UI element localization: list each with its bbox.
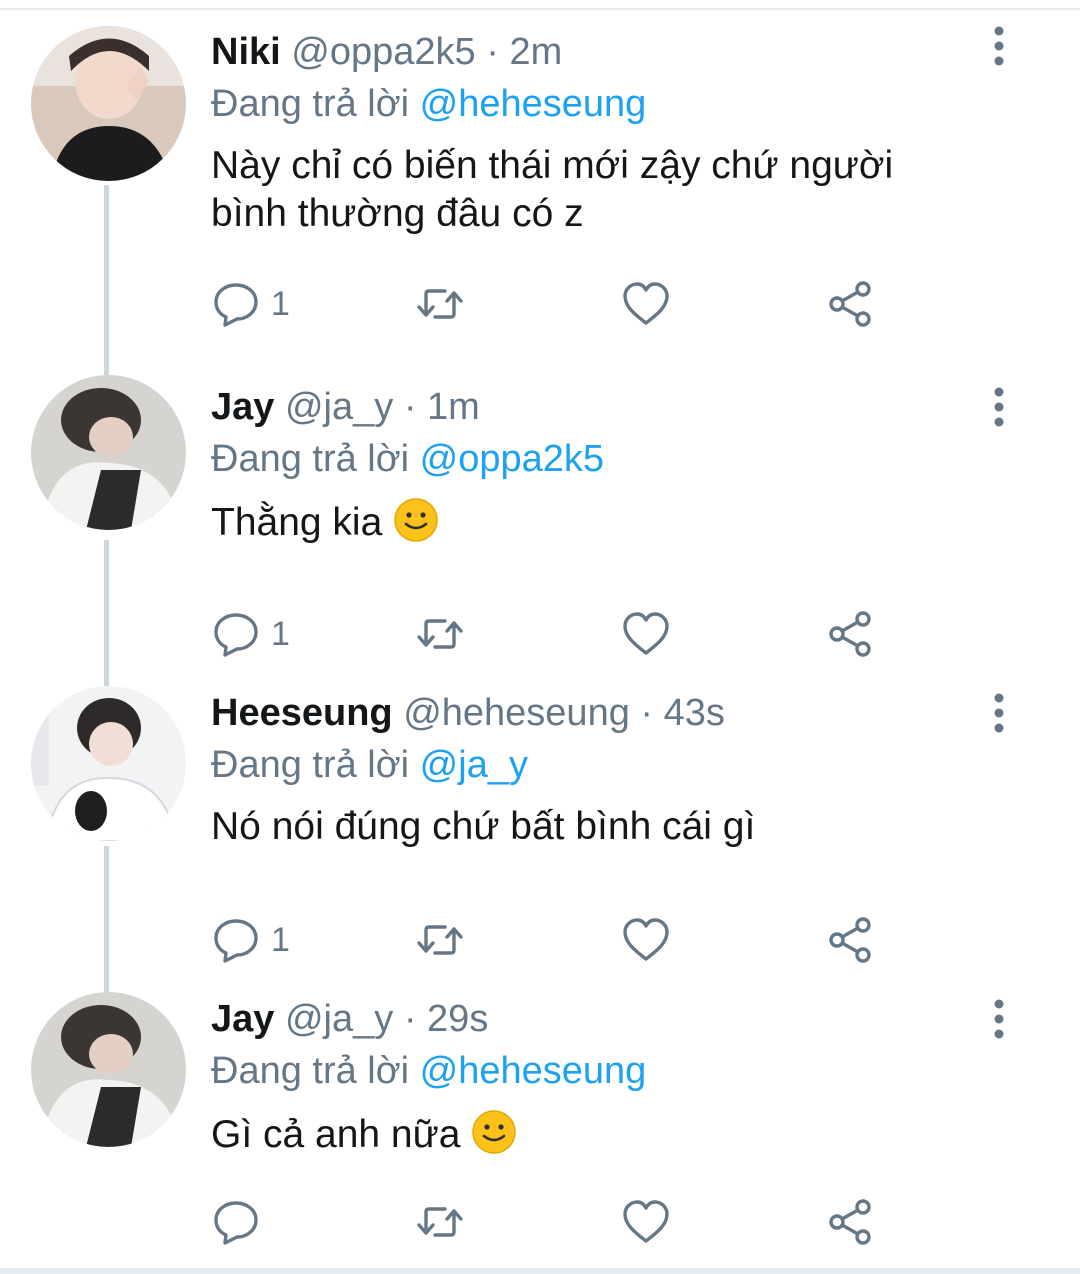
share-icon <box>829 281 871 327</box>
tweet-item[interactable]: Jay @ja_y · 1m Đang trả lời @oppa2k5 Thằ… <box>0 355 1080 661</box>
like-button[interactable] <box>621 609 671 659</box>
user-handle: @ja_y <box>284 386 394 428</box>
retweet-icon <box>417 619 463 649</box>
heart-icon <box>623 282 669 325</box>
user-handle: @ja_y <box>284 998 394 1040</box>
more-vertical-icon[interactable] <box>982 383 1016 431</box>
display-name[interactable]: Jay <box>211 998 274 1040</box>
more-vertical-icon[interactable] <box>982 22 1016 70</box>
mention-link[interactable]: @ja_y <box>420 744 528 786</box>
tweet-item[interactable]: Heeseung @heheseung · 43s Đang trả lời @… <box>0 661 1080 967</box>
slightly-smiling-face-icon <box>394 498 438 542</box>
avatar[interactable] <box>31 375 186 530</box>
replying-prefix: Đang trả lời <box>211 744 410 786</box>
tweet-text: Này chỉ có biến thái mới zậy chứ người b… <box>211 142 971 238</box>
retweet-button[interactable] <box>415 609 465 659</box>
replying-to: Đang trả lời @ja_y <box>211 739 528 791</box>
tweet-actions: 1 <box>211 609 931 659</box>
reply-button[interactable]: 1 <box>211 915 290 965</box>
more-vertical-icon[interactable] <box>982 689 1016 737</box>
reply-count: 1 <box>271 284 290 323</box>
like-button[interactable] <box>621 915 671 965</box>
like-button[interactable] <box>621 1197 671 1247</box>
reply-button[interactable]: 1 <box>211 609 290 659</box>
retweet-icon <box>417 289 463 319</box>
comment-bubble-icon <box>214 919 258 963</box>
mention-link[interactable]: @heheseung <box>420 1050 647 1092</box>
more-vertical-icon[interactable] <box>982 995 1016 1043</box>
display-name[interactable]: Jay <box>211 386 274 428</box>
heart-icon <box>623 918 669 961</box>
replying-prefix: Đang trả lời <box>211 1050 410 1092</box>
retweet-button[interactable] <box>415 915 465 965</box>
timestamp[interactable]: 1m <box>427 386 480 428</box>
tweet-actions: 1 <box>211 279 931 329</box>
comment-bubble-icon <box>214 613 258 657</box>
separator-dot: · <box>403 998 417 1040</box>
timestamp[interactable]: 43s <box>664 692 725 734</box>
tweet-text: Nó nói đúng chứ bất bình cái gì <box>211 803 971 851</box>
tweet-text-content: Này chỉ có biến thái mới zậy chứ người b… <box>211 144 894 235</box>
tweet-header: Jay @ja_y · 1m <box>211 381 480 433</box>
slightly-smiling-face-icon <box>472 1110 517 1154</box>
tweet-actions: 1 <box>211 915 931 965</box>
reply-count: 1 <box>271 614 290 653</box>
tweet-text: Gì cả anh nữa <box>211 1109 971 1159</box>
user-handle: @heheseung <box>403 692 630 734</box>
separator-dot: · <box>486 31 499 73</box>
mention-link[interactable]: @oppa2k5 <box>420 438 604 480</box>
reply-button[interactable]: 1 <box>211 279 290 329</box>
replying-prefix: Đang trả lời <box>211 83 410 125</box>
avatar[interactable] <box>31 26 186 181</box>
share-icon <box>829 611 871 657</box>
tweet-item[interactable]: Jay @ja_y · 29s Đang trả lời @heheseung … <box>0 967 1080 1273</box>
tweet-header: Heeseung @heheseung · 43s <box>211 687 725 739</box>
tweet-text: Thằng kia <box>211 497 971 547</box>
tweet-header: Jay @ja_y · 29s <box>211 993 488 1045</box>
replying-prefix: Đang trả lời <box>211 438 410 480</box>
retweet-button[interactable] <box>415 279 465 329</box>
avatar[interactable] <box>31 686 186 841</box>
separator-dot: · <box>403 386 417 428</box>
tweet-header: Niki @oppa2k5 · 2m <box>211 26 562 78</box>
replying-to: Đang trả lời @heheseung <box>211 78 646 130</box>
share-button[interactable] <box>825 279 875 329</box>
share-button[interactable] <box>825 1197 875 1247</box>
reply-button[interactable] <box>211 1197 271 1247</box>
display-name[interactable]: Heeseung <box>211 692 393 734</box>
retweet-button[interactable] <box>415 1197 465 1247</box>
avatar[interactable] <box>31 992 186 1147</box>
tweet-actions <box>211 1197 931 1247</box>
tweet-item[interactable]: Niki @oppa2k5 · 2m Đang trả lời @heheseu… <box>0 0 1080 327</box>
like-button[interactable] <box>621 279 671 329</box>
tweet-text-content: Thằng kia <box>211 501 394 544</box>
replying-to: Đang trả lời @oppa2k5 <box>211 433 604 485</box>
bottom-divider <box>0 1268 1080 1274</box>
share-icon <box>829 1199 871 1245</box>
comment-bubble-icon <box>214 283 258 327</box>
timestamp[interactable]: 29s <box>427 998 488 1040</box>
replying-to: Đang trả lời @heheseung <box>211 1045 646 1097</box>
retweet-icon <box>417 925 463 955</box>
timestamp[interactable]: 2m <box>509 31 562 73</box>
tweet-text-content: Gì cả anh nữa <box>211 1113 472 1156</box>
user-handle: @oppa2k5 <box>291 31 476 73</box>
retweet-icon <box>417 1207 463 1237</box>
heart-icon <box>623 612 669 655</box>
mention-link[interactable]: @heheseung <box>420 83 647 125</box>
share-button[interactable] <box>825 915 875 965</box>
separator-dot: · <box>640 692 654 734</box>
share-button[interactable] <box>825 609 875 659</box>
heart-icon <box>623 1200 669 1243</box>
reply-count: 1 <box>271 920 290 959</box>
tweet-text-content: Nó nói đúng chứ bất bình cái gì <box>211 805 756 848</box>
display-name[interactable]: Niki <box>211 31 281 73</box>
share-icon <box>829 917 871 963</box>
comment-bubble-icon <box>214 1201 258 1245</box>
